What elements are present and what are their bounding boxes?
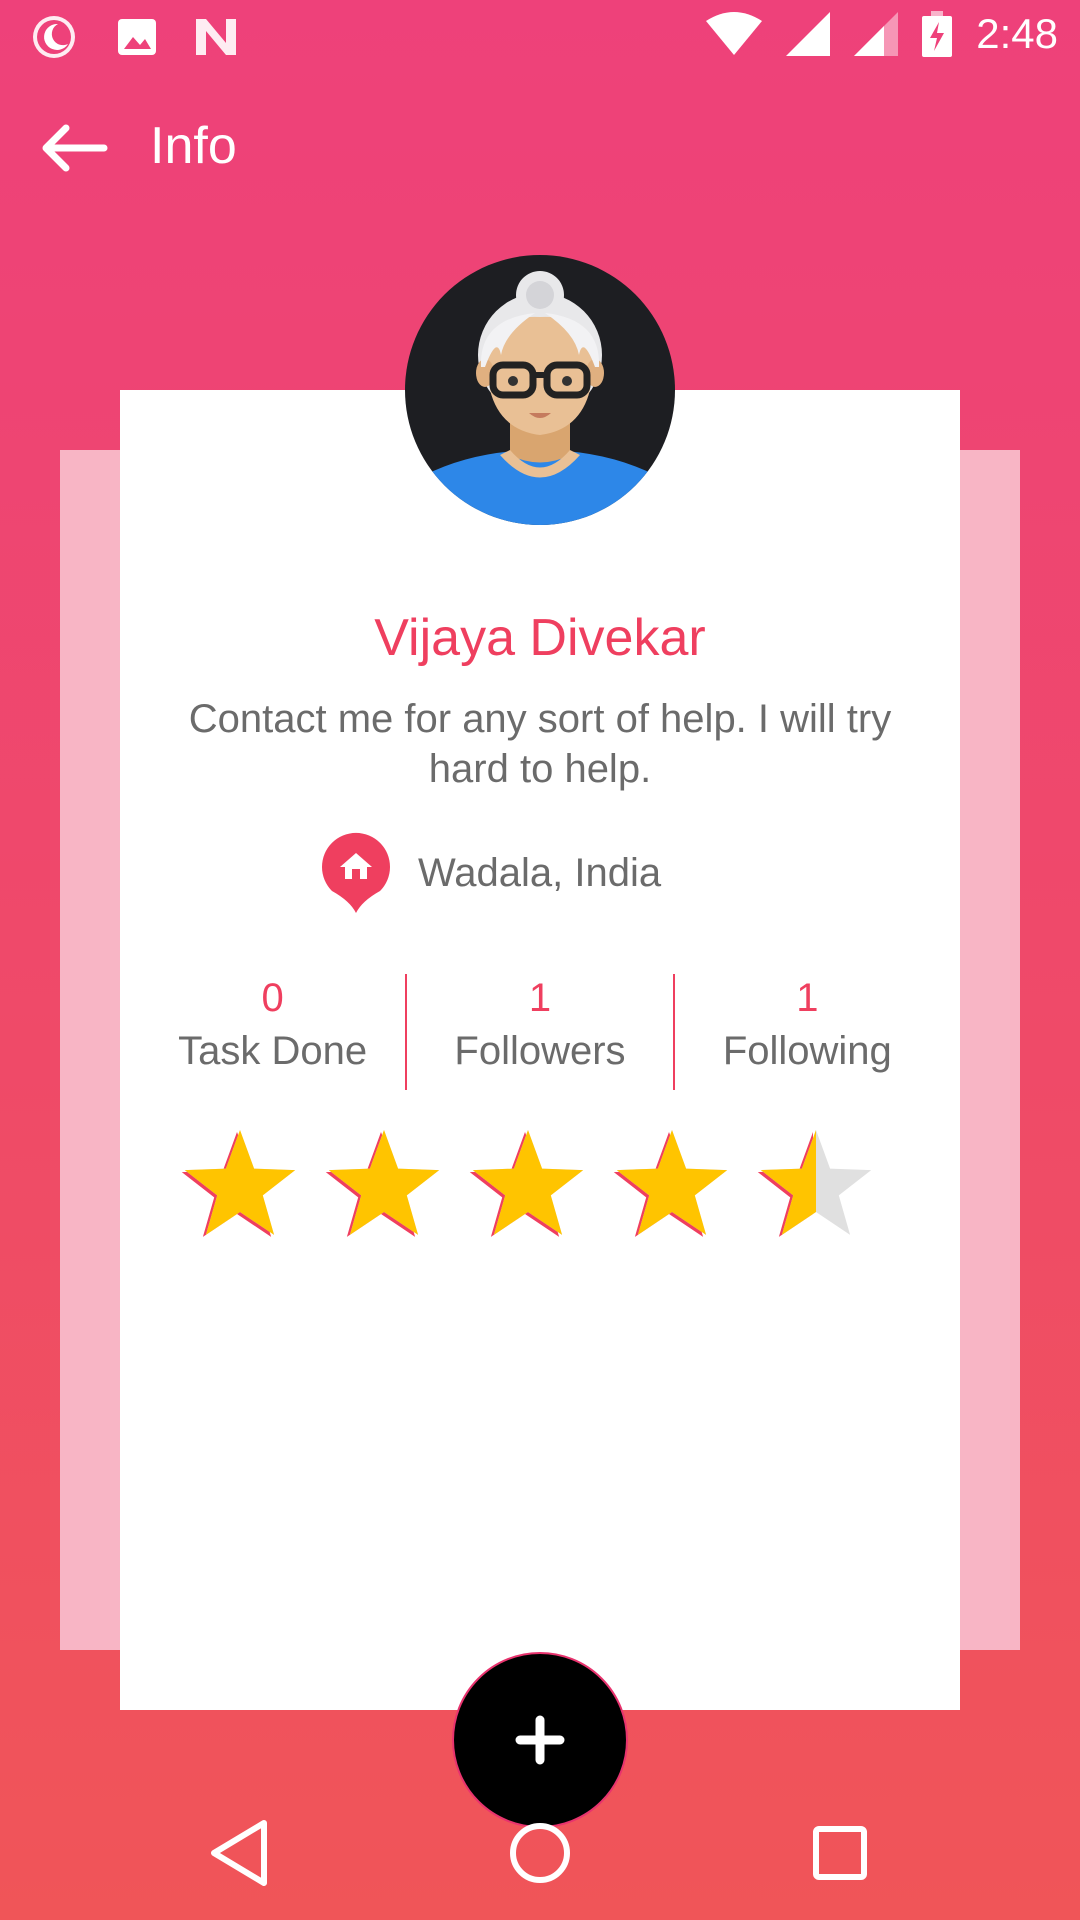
stat-count: 0 — [261, 976, 284, 1020]
back-button[interactable] — [36, 118, 116, 178]
star-icon — [757, 1130, 872, 1237]
n-logo-icon — [196, 19, 236, 55]
nav-recents-button[interactable] — [800, 1813, 880, 1893]
star-icon — [469, 1130, 584, 1237]
navigation-bar — [0, 1785, 1080, 1920]
signal-icon — [854, 12, 899, 56]
night-mode-icon — [33, 16, 75, 58]
recents-square-icon — [813, 1826, 867, 1880]
status-bar: 2:48 — [0, 0, 1080, 72]
app-bar: Info — [0, 80, 1080, 210]
profile-name: Vijaya Divekar — [374, 609, 706, 667]
image-icon — [118, 19, 156, 55]
rating-stars — [180, 1124, 876, 1244]
battery-charging-icon — [922, 11, 953, 57]
status-time: 2:48 — [976, 10, 1058, 57]
stat-label: Followers — [454, 1029, 626, 1073]
stat-label: Following — [722, 1029, 892, 1073]
profile-location: Wadala, India — [320, 828, 661, 918]
profile-stats: 0 Task Done 1 Followers 1 Following — [140, 970, 940, 1090]
nav-back-button[interactable] — [200, 1813, 280, 1893]
page-title: Info — [150, 117, 237, 175]
signal-icon — [786, 12, 831, 56]
star-icon — [613, 1130, 728, 1237]
location-text: Wadala, India — [418, 850, 662, 895]
star-icon — [325, 1130, 440, 1237]
star-icon — [181, 1130, 296, 1237]
home-pin-icon — [322, 832, 390, 913]
wifi-icon — [706, 12, 763, 55]
status-icons-left — [28, 14, 238, 60]
status-icons-right: 2:48 — [706, 10, 1058, 58]
arrow-back-icon — [42, 124, 108, 172]
stat-count: 1 — [528, 976, 552, 1020]
stat-count: 1 — [796, 976, 819, 1020]
home-circle-icon — [510, 1823, 570, 1883]
stat-following[interactable]: 1 Following — [675, 970, 940, 1090]
nav-home-button[interactable] — [500, 1813, 580, 1893]
profile-bio: Contact me for any sort of help. I will … — [188, 697, 892, 791]
stat-task-done[interactable]: 0 Task Done — [140, 970, 405, 1090]
avatar — [405, 255, 675, 525]
stat-label: Task Done — [178, 1029, 368, 1073]
back-triangle-icon — [211, 1820, 267, 1886]
stat-followers[interactable]: 1 Followers — [407, 970, 672, 1090]
